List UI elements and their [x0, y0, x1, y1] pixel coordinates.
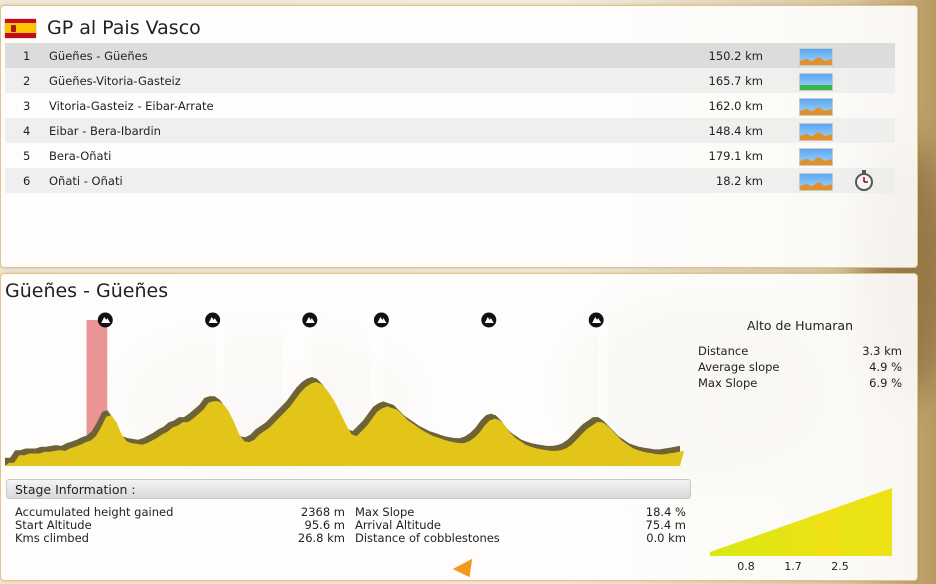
info-value: 26.8 km	[297, 531, 345, 545]
stage-profile-icon	[799, 98, 833, 116]
stage-number: 1	[23, 49, 31, 63]
stage-info-row: Kms climbed 26.8 km Distance of cobbleston…	[15, 531, 686, 545]
stage-distance: 148.4 km	[708, 124, 763, 138]
info-label: Max Slope	[355, 505, 415, 519]
spain-flag-icon	[5, 18, 36, 38]
climb-tick-label: 1.7	[784, 560, 802, 573]
stage-row[interactable]: 3 Vitoria-Gasteiz - Eibar-Arrate 162.0 km	[5, 93, 895, 118]
stage-distance: 18.2 km	[715, 174, 763, 188]
climb-details: Alto de Humaran Distance 3.3 km Average sl…	[698, 318, 902, 574]
stage-row[interactable]: 4 Eibar - Bera-Ibardin 148.4 km	[5, 118, 895, 143]
climb-stat-label: Average slope	[698, 360, 780, 374]
stage-info-grid: Accumulated height gained 2368 m Max Slope…	[15, 505, 686, 545]
info-value: 95.6 m	[304, 518, 345, 532]
stopwatch-icon	[853, 169, 875, 194]
stage-distance: 179.1 km	[708, 149, 763, 163]
info-label: Distance of cobblestones	[355, 531, 500, 545]
stage-info-row: Start Altitude 95.6 m Arrival Altitude 75.4…	[15, 518, 686, 532]
stage-list: 1 Güeñes - Güeñes 150.2 km 2 Güeñes-Vitoria-…	[5, 43, 895, 193]
stage-number: 3	[23, 99, 31, 113]
slope-segment	[736, 533, 762, 556]
race-stages-panel: GP al Pais Vasco 1 Güeñes - Güeñes 150.2 k…	[0, 5, 918, 268]
stage-name: Eibar - Bera-Ibardin	[49, 124, 161, 138]
stage-info-header: Stage Information :	[6, 479, 691, 499]
slope-segment	[866, 488, 892, 556]
stage-title: Güeñes - Güeñes	[5, 280, 169, 302]
climb-name: Alto de Humaran	[746, 318, 854, 333]
stage-number: 2	[23, 74, 31, 88]
race-header: GP al Pais Vasco	[5, 16, 201, 40]
stage-profile-icon	[799, 148, 833, 166]
slope-segment	[814, 506, 840, 556]
climb-tick-label: 0.8	[737, 560, 755, 573]
stage-row[interactable]: 5 Bera-Oñati 179.1 km	[5, 143, 895, 168]
mountain-badge-icon[interactable]	[302, 312, 318, 328]
climb-tick-label: 2.5	[831, 560, 849, 573]
mountain-badge-icon[interactable]	[373, 312, 389, 328]
climb-stat-label: Max Slope	[698, 376, 758, 390]
stage-profile-icon	[799, 173, 833, 191]
stage-name: Güeñes-Vitoria-Gasteiz	[49, 74, 181, 88]
info-label: Arrival Altitude	[355, 518, 441, 532]
info-label: Accumulated height gained	[15, 505, 174, 519]
slope-segment	[840, 497, 866, 556]
stage-row[interactable]: 1 Güeñes - Güeñes 150.2 km	[5, 43, 895, 68]
info-value: 18.4 %	[645, 505, 686, 519]
stage-number: 6	[23, 174, 31, 188]
info-label: Kms climbed	[15, 531, 89, 545]
stage-distance: 162.0 km	[708, 99, 763, 113]
stage-profile-icon	[799, 48, 833, 66]
info-value: 0.0 km	[646, 531, 686, 545]
climb-stat-value: 4.9 %	[869, 360, 902, 374]
climb-stat-row: Average slope 4.9 %	[698, 360, 902, 376]
stage-number: 5	[23, 149, 31, 163]
stage-detail-panel: Güeñes - Güeñes Alto de Humaran Distance…	[0, 273, 918, 581]
stage-distance: 150.2 km	[708, 49, 763, 63]
climb-slope-chart: 0.8 1.7 2.5	[710, 488, 892, 573]
stage-distance: 165.7 km	[708, 74, 763, 88]
stage-profile-icon	[799, 123, 833, 141]
elevation-profile-chart[interactable]	[5, 310, 685, 470]
mountain-badge-icon[interactable]	[97, 312, 113, 328]
stage-row[interactable]: 2 Güeñes-Vitoria-Gasteiz 165.7 km	[5, 68, 895, 93]
stage-name: Vitoria-Gasteiz - Eibar-Arrate	[49, 99, 214, 113]
climb-stat-label: Distance	[698, 344, 749, 358]
stage-profile-icon	[799, 73, 833, 91]
info-value: 2368 m	[300, 505, 345, 519]
mountain-badge-icon[interactable]	[205, 312, 221, 328]
climb-stat-row: Distance 3.3 km	[698, 344, 902, 360]
mountain-badge-icon[interactable]	[588, 312, 604, 328]
stage-name: Güeñes - Güeñes	[49, 49, 148, 63]
climb-stat-value: 6.9 %	[869, 376, 902, 390]
mountain-badge-icon[interactable]	[481, 312, 497, 328]
stage-row[interactable]: 6 Oñati - Oñati 18.2 km	[5, 168, 895, 193]
stage-info-row: Accumulated height gained 2368 m Max Slope…	[15, 505, 686, 519]
stage-name: Oñati - Oñati	[49, 174, 123, 188]
slope-segment	[710, 542, 736, 556]
slope-segment	[762, 524, 788, 556]
climb-stat-row: Max Slope 6.9 %	[698, 376, 902, 392]
info-label: Start Altitude	[15, 518, 92, 532]
race-title: GP al Pais Vasco	[47, 17, 201, 39]
stage-name: Bera-Oñati	[49, 149, 112, 163]
climb-stat-value: 3.3 km	[862, 344, 902, 358]
info-value: 75.4 m	[645, 518, 686, 532]
slope-segment	[788, 515, 814, 556]
stage-number: 4	[23, 124, 31, 138]
